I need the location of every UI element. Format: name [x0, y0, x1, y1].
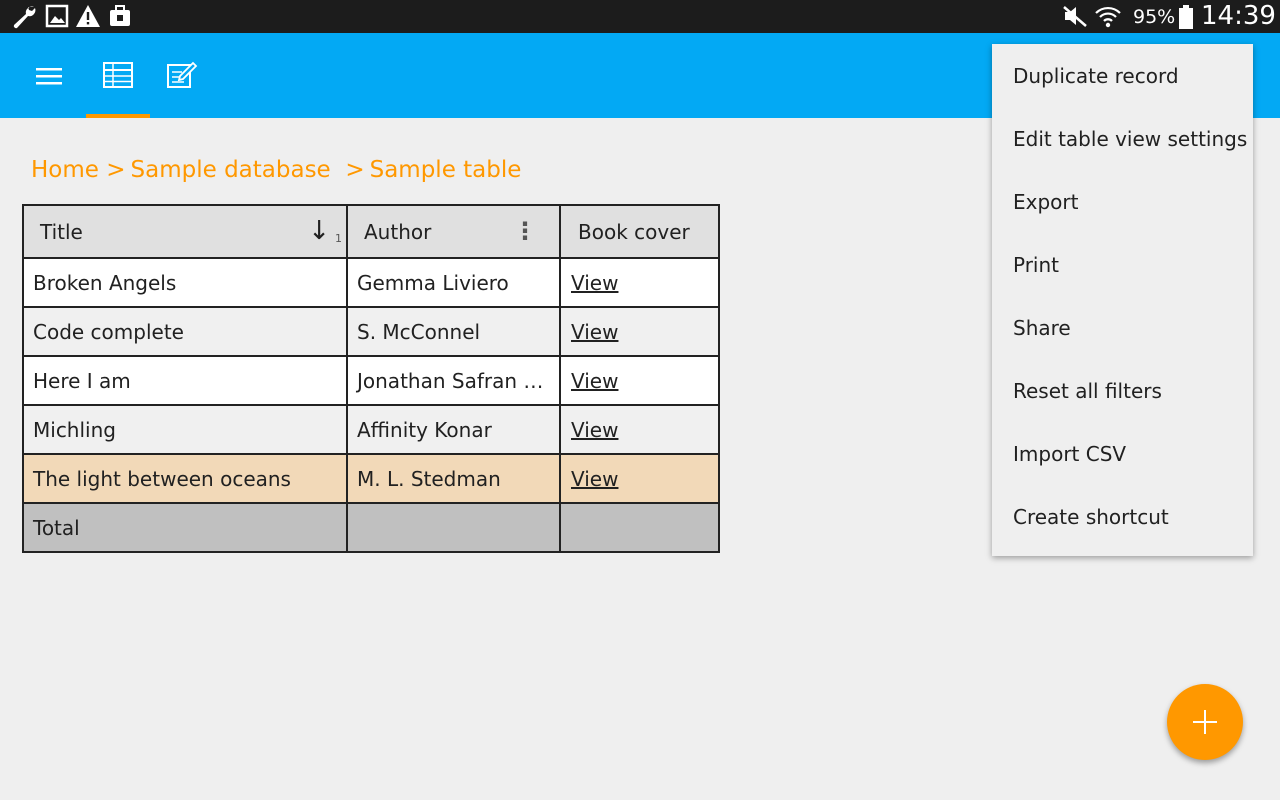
column-header-title[interactable]: Title ↓ 1 [22, 204, 348, 259]
mute-icon [1062, 4, 1088, 32]
edit-form-icon[interactable] [166, 60, 198, 94]
add-record-button[interactable] [1167, 684, 1243, 760]
tab-indicator [86, 114, 150, 118]
view-cover-link[interactable]: View [570, 320, 618, 344]
menu-item-export[interactable]: Export [992, 171, 1253, 234]
table-row[interactable]: Michling Affinity Konar View [22, 404, 720, 455]
battery-percent: 95% [1133, 6, 1176, 28]
records-table: Title ↓ 1 Author ⋮ Book cover Broken Ang… [22, 204, 720, 553]
table-icon[interactable] [102, 60, 134, 94]
battery-icon [1178, 5, 1194, 33]
total-cell-cover [559, 502, 720, 553]
view-cover-link[interactable]: View [570, 467, 618, 491]
column-header-book-cover[interactable]: Book cover [559, 204, 720, 259]
cell-author: Jonathan Safran Foer [357, 368, 547, 393]
menu-item-import-csv[interactable]: Import CSV [992, 423, 1253, 486]
cell-title: Broken Angels [33, 270, 177, 295]
menu-item-print[interactable]: Print [992, 234, 1253, 297]
breadcrumb-separator: > [106, 157, 126, 183]
cell-author: S. McConnel [357, 319, 481, 344]
view-cover-link[interactable]: View [570, 418, 618, 442]
sort-descending-icon[interactable]: ↓ [308, 220, 330, 244]
status-bar: 95% 14:39 [0, 0, 1280, 33]
breadcrumb-home[interactable]: Home [31, 157, 99, 183]
column-header-label: Title [40, 219, 83, 244]
menu-item-edit-table-view-settings[interactable]: Edit table view settings [992, 108, 1253, 171]
menu-icon[interactable] [34, 61, 64, 95]
wifi-icon [1094, 4, 1122, 34]
total-cell-author [346, 502, 561, 553]
menu-item-reset-all-filters[interactable]: Reset all filters [992, 360, 1253, 423]
total-label: Total [33, 515, 80, 540]
clock: 14:39 [1201, 1, 1276, 31]
table-row[interactable]: Code complete S. McConnel View [22, 306, 720, 357]
briefcase-icon [108, 4, 132, 32]
cell-title: Michling [33, 417, 116, 442]
column-header-label: Book cover [578, 219, 690, 244]
image-icon [45, 4, 69, 32]
warning-icon [75, 4, 101, 32]
view-cover-link[interactable]: View [570, 271, 618, 295]
plus-icon [1193, 710, 1217, 734]
cell-author: Affinity Konar [357, 417, 492, 442]
overflow-menu: Duplicate record Edit table view setting… [992, 44, 1253, 556]
breadcrumb-separator: > [345, 157, 365, 183]
table-row-selected[interactable]: The light between oceans M. L. Stedman V… [22, 453, 720, 504]
menu-item-create-shortcut[interactable]: Create shortcut [992, 486, 1253, 549]
cell-author: Gemma Liviero [357, 270, 509, 295]
table-row[interactable]: Broken Angels Gemma Liviero View [22, 257, 720, 308]
wrench-icon [10, 4, 38, 34]
table-row[interactable]: Here I am Jonathan Safran Foer View [22, 355, 720, 406]
total-row: Total [22, 502, 720, 553]
sort-order-index: 1 [335, 231, 342, 244]
breadcrumb-table[interactable]: Sample table [370, 157, 522, 183]
column-header-label: Author [364, 219, 432, 244]
more-vert-icon[interactable]: ⋮ [513, 220, 537, 244]
cell-title: Here I am [33, 368, 131, 393]
cell-author: M. L. Stedman [357, 466, 501, 491]
view-cover-link[interactable]: View [570, 369, 618, 393]
column-header-author[interactable]: Author ⋮ [346, 204, 561, 259]
breadcrumb: Home > Sample database > Sample table [31, 157, 521, 187]
breadcrumb-database[interactable]: Sample database [131, 157, 331, 183]
cell-title: Code complete [33, 319, 184, 344]
table-header-row: Title ↓ 1 Author ⋮ Book cover [22, 204, 720, 259]
menu-item-duplicate-record[interactable]: Duplicate record [992, 45, 1253, 108]
cell-title: The light between oceans [33, 466, 291, 491]
menu-item-share[interactable]: Share [992, 297, 1253, 360]
